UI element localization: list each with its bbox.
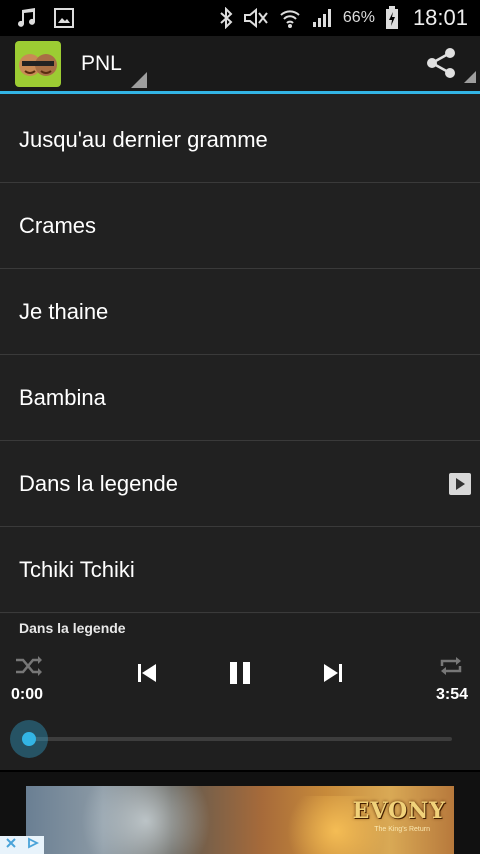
song-title: Je thaine: [19, 298, 109, 324]
now-playing-icon: [449, 473, 471, 495]
clock: 18:01: [412, 5, 468, 30]
ad-artwork: [66, 786, 226, 854]
ad-choices-badge[interactable]: [0, 836, 44, 854]
image-icon: [54, 8, 74, 28]
app-logo[interactable]: [15, 40, 61, 87]
song-title: Dans la legende: [19, 470, 179, 496]
signal-icon: [311, 7, 333, 29]
music-note-icon: [16, 7, 38, 29]
list-item[interactable]: Je thaine: [0, 269, 480, 355]
status-bar: 66% 18:01: [0, 0, 480, 36]
wifi-icon: [279, 7, 301, 29]
share-button[interactable]: [424, 46, 458, 85]
action-bar: PNL: [0, 36, 480, 94]
song-title: Bambina: [19, 384, 106, 410]
close-icon[interactable]: [5, 836, 17, 854]
dropdown-indicator-icon[interactable]: [131, 72, 147, 88]
next-button[interactable]: [322, 662, 344, 689]
song-title: Tchiki Tchiki: [19, 556, 135, 582]
list-item[interactable]: Tchiki Tchiki: [0, 527, 480, 613]
bluetooth-icon: [219, 7, 233, 29]
song-list: Jusqu'au dernier gramme Crames Je thaine…: [0, 97, 480, 613]
seek-bar[interactable]: [28, 737, 452, 741]
list-item[interactable]: Dans la legende: [0, 441, 480, 527]
ad-area: EVONY The King's Return: [0, 772, 480, 854]
list-item[interactable]: Jusqu'au dernier gramme: [0, 97, 480, 183]
seek-thumb[interactable]: [10, 720, 48, 758]
song-title: Jusqu'au dernier gramme: [19, 126, 268, 152]
total-time: 3:54: [435, 686, 468, 703]
ad-banner[interactable]: EVONY The King's Return: [26, 786, 454, 854]
previous-button[interactable]: [136, 662, 158, 689]
overflow-indicator-icon: [464, 71, 476, 83]
mute-icon: [243, 8, 269, 28]
list-item[interactable]: Bambina: [0, 355, 480, 441]
app-title[interactable]: PNL: [81, 52, 122, 76]
battery-percent: 66%: [342, 9, 375, 26]
song-title: Crames: [19, 212, 97, 238]
ad-brand: EVONY: [352, 798, 446, 824]
repeat-button[interactable]: [438, 654, 464, 683]
list-item[interactable]: Crames: [0, 183, 480, 269]
share-icon: [424, 48, 458, 84]
now-playing-title: Dans la legende: [19, 620, 126, 636]
battery-charging-icon: [385, 6, 399, 30]
player-panel: Dans la legende 0:00 3:54: [0, 614, 480, 772]
ad-choices-icon[interactable]: [27, 836, 40, 854]
shuffle-button[interactable]: [14, 654, 44, 683]
ad-subtitle: The King's Return: [374, 826, 430, 833]
pause-button[interactable]: [228, 661, 252, 690]
current-time: 0:00: [11, 686, 44, 703]
